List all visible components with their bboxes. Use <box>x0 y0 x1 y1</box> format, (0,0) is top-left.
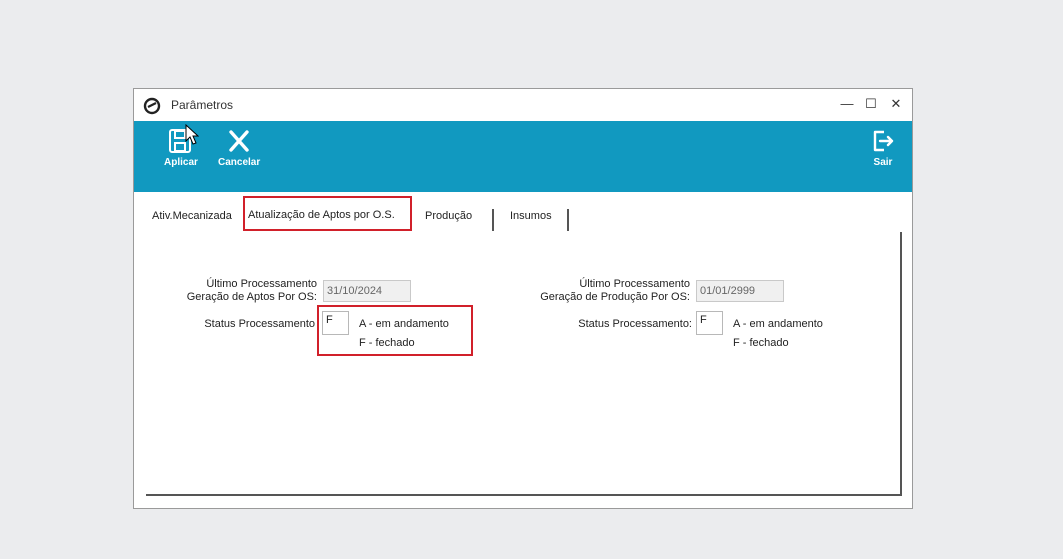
title-bar: Parâmetros — ☐ ✕ <box>134 89 912 121</box>
aptos-last-process-date-field[interactable]: 31/10/2024 <box>323 280 411 302</box>
close-x-icon <box>229 130 249 152</box>
cancel-button[interactable]: Cancelar <box>218 129 260 168</box>
logout-icon <box>873 130 894 152</box>
tab-separator <box>492 209 494 231</box>
panel-border <box>900 232 902 496</box>
toolbar: Aplicar Cancelar Sair <box>134 121 912 192</box>
tab-separator <box>567 209 569 231</box>
exit-label: Sair <box>873 157 893 168</box>
tab-producao[interactable]: Produção <box>425 210 472 222</box>
last-process-label: Último Processamento <box>206 278 317 290</box>
exit-button[interactable]: Sair <box>871 129 895 168</box>
status-option-a: A - em andamento <box>733 318 823 330</box>
tab-highlight-box <box>243 196 412 231</box>
status-highlight-box <box>317 305 473 356</box>
last-process-label: Geração de Produção Por OS: <box>540 291 690 303</box>
parameters-window: Parâmetros — ☐ ✕ Aplicar Cancelar Sair A… <box>133 88 913 509</box>
app-logo-icon <box>143 97 161 115</box>
last-process-label: Geração de Aptos Por OS: <box>186 291 317 303</box>
maximize-button[interactable]: ☐ <box>862 95 880 113</box>
status-label: Status Processamento: <box>578 318 692 330</box>
mouse-cursor-icon <box>185 124 199 145</box>
producao-status-input[interactable]: F <box>696 311 723 335</box>
cancel-label: Cancelar <box>218 157 261 168</box>
status-option-f: F - fechado <box>733 337 789 349</box>
tab-ativ-mecanizada[interactable]: Ativ.Mecanizada <box>152 210 232 222</box>
status-label: Status Processamento <box>204 318 315 330</box>
apply-label: Aplicar <box>164 157 198 168</box>
close-button[interactable]: ✕ <box>887 95 905 113</box>
minimize-button[interactable]: — <box>838 95 856 113</box>
tab-insumos[interactable]: Insumos <box>510 210 552 222</box>
producao-last-process-date-field[interactable]: 01/01/2999 <box>696 280 784 302</box>
window-title: Parâmetros <box>171 98 234 112</box>
panel-border <box>146 494 902 496</box>
last-process-label: Último Processamento <box>579 278 690 290</box>
